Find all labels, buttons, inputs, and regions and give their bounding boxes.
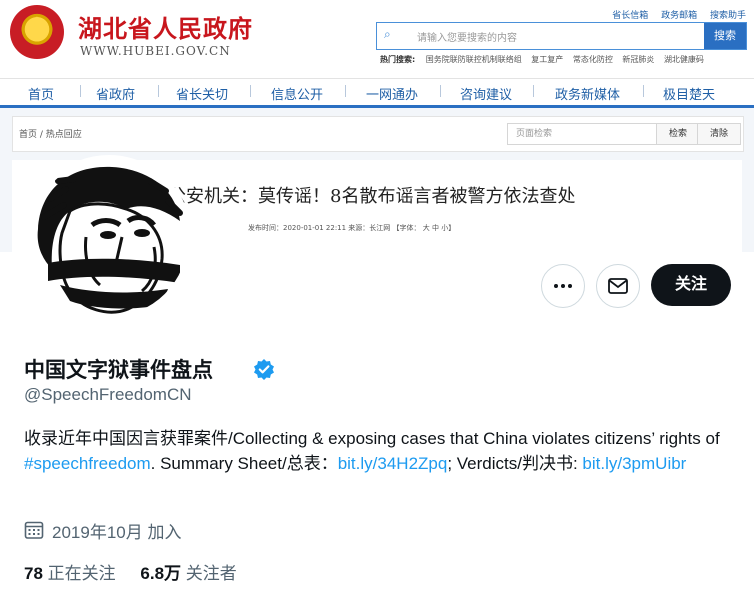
search-help-link: 搜索助手 — [709, 11, 746, 21]
gov-hot-searches: 热门搜索: 国务院联防联控机制联络组 复工复产 常态化防控 新冠肺炎 湖北健康码 — [380, 54, 711, 65]
mailbox-link: 省长信箱 — [612, 11, 649, 21]
following-label: 正在关注 — [47, 564, 116, 583]
hot-label: 热门搜索: — [380, 55, 416, 64]
breadcrumb-current: 热点回应 — [45, 130, 82, 140]
avatar[interactable] — [26, 155, 192, 321]
breadcrumb: 首页 / 热点回应 — [19, 130, 82, 140]
join-date: 2019年10月 加入 — [24, 518, 181, 543]
page-search-button: 检索 — [656, 123, 700, 145]
summary-sheet-link[interactable]: bit.ly/34H2Zpq — [338, 454, 448, 473]
hashtag-link[interactable]: #speechfreedom — [24, 454, 151, 473]
breadcrumb-home: 首页 — [19, 130, 38, 140]
article-headline: 公安机关：莫传谣！8名散布谣言者被警方依法查处 — [168, 186, 576, 207]
gov-top-links: 省长信箱 政务邮箱 搜索助手 — [602, 8, 746, 21]
hot-item: 国务院联防联控机制联络组 — [425, 55, 522, 64]
profile-stats: 78 正在关注 6.8万 关注者 — [24, 559, 257, 584]
profile-handle: @SpeechFreedomCN — [24, 385, 192, 404]
gov-nav-item: 省长关切 — [176, 88, 229, 103]
gov-site-title: 湖北省人民政府 — [78, 14, 253, 43]
gov-search-box: ⌕ 请输入您要搜索的内容 搜索 — [376, 22, 747, 50]
profile-name: 中国文字狱事件盘点 — [24, 358, 213, 382]
message-button[interactable] — [596, 264, 640, 308]
profile-bio: 收录近年中国因言获罪案件/Collecting & exposing cases… — [24, 426, 736, 476]
envelope-icon — [608, 278, 628, 294]
gagged-face-icon — [30, 159, 188, 317]
more-icon — [554, 284, 572, 288]
gov-search-placeholder: 请输入您要搜索的内容 — [417, 33, 517, 44]
follow-button[interactable]: 关注 — [651, 264, 731, 306]
following-count: 78 — [24, 564, 43, 583]
gov-nav-item: 首页 — [28, 88, 55, 103]
gov-nav-item: 一网通办 — [366, 88, 419, 103]
gov-nav-item: 咨询建议 — [460, 88, 513, 103]
national-emblem-icon: ★ — [10, 5, 64, 59]
hot-item: 新冠肺炎 — [622, 55, 655, 64]
bio-text: 收录近年中国因言获罪案件/Collecting & exposing cases… — [24, 429, 720, 448]
page-search-input: 页面检索 — [507, 123, 659, 145]
following-link[interactable]: 78 正在关注 — [24, 564, 116, 583]
gov-header: ★ 湖北省人民政府 WWW.HUBEI.GOV.CN 省长信箱 政务邮箱 搜索助… — [0, 0, 754, 78]
search-icon: ⌕ — [384, 27, 391, 41]
verified-badge-icon[interactable] — [253, 358, 275, 380]
gov-search-button: 搜索 — [704, 23, 746, 49]
clear-button: 清除 — [697, 123, 741, 145]
gov-breadcrumb-bar: 首页 / 热点回应 页面检索 检索 清除 — [12, 116, 744, 152]
bio-text: ; Verdicts/判决书: — [447, 454, 583, 473]
gov-nav-item: 极目楚天 — [663, 88, 716, 103]
article-meta: 发布时间：2020-01-01 22:11 来源：长江网 【字体： 大 中 小】 — [248, 224, 456, 232]
gov-nav-item: 政务新媒体 — [555, 88, 621, 103]
calendar-icon — [24, 521, 44, 539]
hot-item: 复工复产 — [531, 55, 564, 64]
bio-text: . Summary Sheet/总表： — [150, 454, 338, 473]
followers-link[interactable]: 6.8万 关注者 — [140, 564, 236, 583]
verdicts-link[interactable]: bit.ly/3pmUibr — [582, 454, 686, 473]
followers-label: 关注者 — [185, 564, 237, 583]
hot-item: 湖北健康码 — [663, 55, 704, 64]
gov-nav-item: 省政府 — [96, 88, 136, 103]
hot-item: 常态化防控 — [572, 55, 613, 64]
gov-nav-bar: 首页 省政府 省长关切 信息公开 一网通办 咨询建议 政务新媒体 极目楚天 — [0, 78, 754, 108]
followers-count: 6.8万 — [140, 564, 182, 583]
email-link: 政务邮箱 — [661, 11, 698, 21]
join-date-text: 2019年10月 加入 — [52, 523, 182, 542]
gov-nav-item: 信息公开 — [271, 88, 324, 103]
more-options-button[interactable] — [541, 264, 585, 308]
gov-site-url: WWW.HUBEI.GOV.CN — [80, 44, 231, 58]
